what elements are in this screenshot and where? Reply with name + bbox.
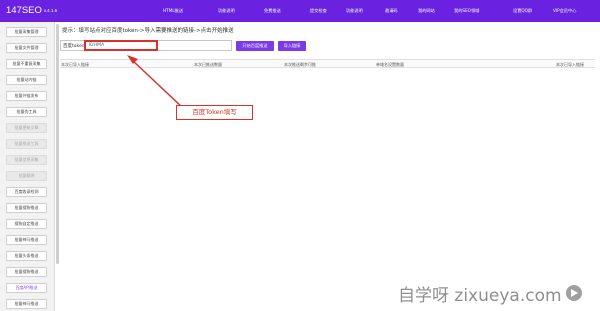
annotation-callout: 百度Token填写	[176, 105, 253, 120]
watermark-text: 自学呀 zixueya.com	[398, 285, 562, 306]
watermark: 自学呀 zixueya.com	[398, 279, 594, 307]
play-logo-icon	[565, 285, 582, 301]
annotation-arrow	[127, 55, 184, 109]
